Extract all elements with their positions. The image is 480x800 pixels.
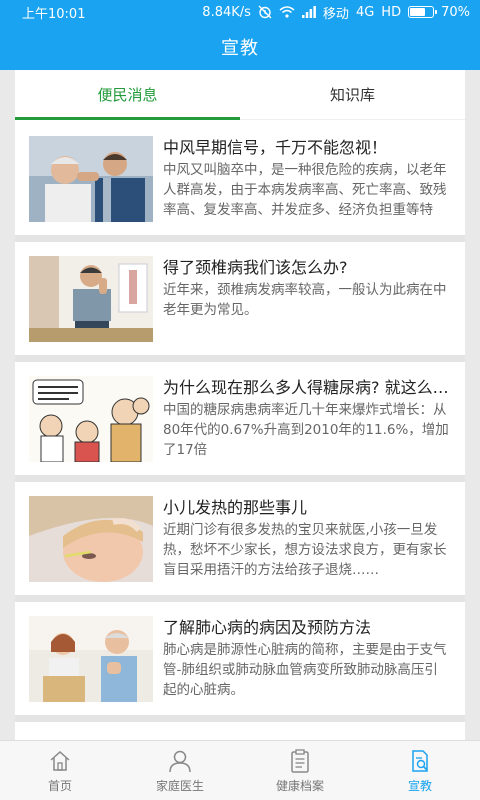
- nav-health-records[interactable]: 健康档案: [240, 741, 360, 800]
- tab-indicator: [15, 117, 240, 120]
- nav-health-records-label: 健康档案: [275, 778, 324, 793]
- list-item[interactable]: 中风早期信号，千万不能忽视！ 中风又叫脑卒中，是一种很危险的疾病，以老年人群高发…: [15, 122, 465, 242]
- clipboard-icon: [291, 748, 309, 773]
- nav-home[interactable]: 首页: [0, 741, 120, 800]
- article-thumbnail: [29, 495, 153, 582]
- article-title: 得了颈椎病我们该怎么办?: [163, 258, 348, 277]
- home-icon: [50, 750, 70, 771]
- network-speed: 8.84K/s: [202, 4, 251, 20]
- wifi-icon: [279, 6, 295, 18]
- carrier-name: 移动: [322, 6, 349, 22]
- article-thumbnail: [29, 375, 153, 462]
- signal-icon: [301, 6, 316, 18]
- article-summary: 近期门诊有很多发热的宝贝来就医,小孩一旦发热，愁坏不少家长，想方设法求良方，更有…: [163, 522, 447, 578]
- hd-indicator: HD: [381, 4, 402, 20]
- article-summary: 中风又叫脑卒中，是一种很危险的疾病，以老年人群高发，由于本病发病率高、死亡率高、…: [163, 162, 447, 218]
- status-right: 8.84K/s 移动 4G HD 70%: [202, 3, 470, 22]
- article-list: 中风早期信号，千万不能忽视！ 中风又叫脑卒中，是一种很危险的疾病，以老年人群高发…: [15, 122, 465, 722]
- article-title: 了解肺心病的病因及预防方法: [163, 618, 372, 637]
- list-item[interactable]: 得了颈椎病我们该怎么办? 近年来，颈椎病发病率较高，一般认为此病在中老年更为常见…: [15, 242, 465, 362]
- tab-news[interactable]: 便民消息: [15, 70, 240, 119]
- battery-icon: [408, 6, 438, 18]
- article-thumbnail: [29, 135, 153, 222]
- page-title: 宣教: [221, 38, 259, 59]
- article-thumbnail: [29, 255, 153, 342]
- article-summary: 近年来，颈椎病发病率较高，一般认为此病在中老年更为常见。: [163, 282, 447, 318]
- nav-education-label: 宣教: [407, 778, 432, 793]
- network-type: 4G: [355, 4, 375, 20]
- nav-education[interactable]: 宣教: [360, 741, 480, 800]
- nav-home-label: 首页: [47, 778, 72, 793]
- doctor-icon: [169, 750, 191, 772]
- article-title: 为什么现在那么多人得糖尿病? 就这么简单: [163, 378, 453, 397]
- article-summary: 中国的糖尿病患病率近几十年来爆炸式增长：从80年代的0.67%升高到2010年的…: [163, 402, 449, 458]
- app-header: 宣教: [0, 24, 480, 70]
- battery-level: [410, 8, 425, 16]
- bottom-navigation: 首页 家庭医生 健康档案 宣教: [0, 740, 480, 800]
- education-icon: [412, 749, 428, 772]
- article-title: 小儿发热的那些事儿: [163, 498, 308, 517]
- status-bar: 上午10:01 8.84K/s 移动 4G HD 70%: [0, 0, 480, 24]
- list-item[interactable]: 小儿发热的那些事儿 近期门诊有很多发热的宝贝来就医,小孩一旦发热，愁坏不少家长，…: [15, 482, 465, 602]
- list-item[interactable]: 为什么现在那么多人得糖尿病? 就这么简单 中国的糖尿病患病率近几十年来爆炸式增长…: [15, 362, 465, 482]
- list-item[interactable]: 了解肺心病的病因及预防方法 肺心病是肺源性心脏病的简称，主要是由于支气管-肺组织…: [15, 602, 465, 722]
- article-summary: 肺心病是肺源性心脏病的简称，主要是由于支气管-肺组织或肺动脉血管病变所致肺动脉高…: [163, 642, 447, 698]
- status-time: 上午10:01: [22, 6, 86, 22]
- nav-family-doctor-label: 家庭医生: [155, 778, 204, 793]
- article-title: 中风早期信号，千万不能忽视！: [163, 138, 388, 157]
- tab-bar: 便民消息 知识库: [15, 70, 465, 120]
- alarm-off-icon: [258, 5, 272, 19]
- content-panel: 便民消息 知识库 中风早期信号，千万不能忽视！ 中风又叫脑卒中，是一种很危险的疾…: [15, 70, 465, 740]
- article-thumbnail: [29, 615, 153, 702]
- nav-family-doctor[interactable]: 家庭医生: [120, 741, 240, 800]
- tab-knowledge-base[interactable]: 知识库: [240, 70, 465, 119]
- battery-percent: 70%: [441, 4, 470, 20]
